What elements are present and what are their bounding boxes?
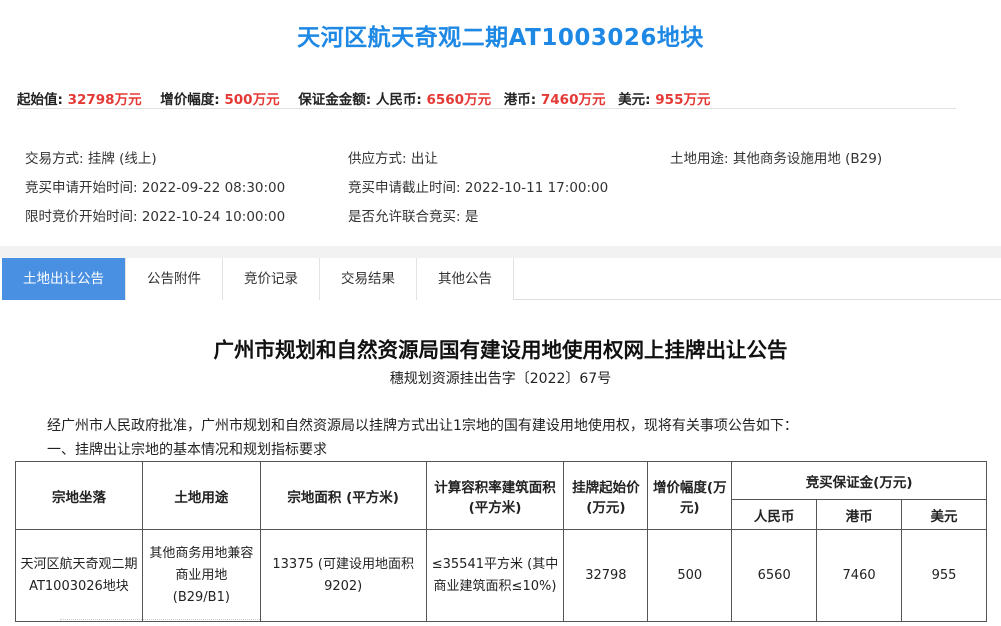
cell-use: 其他商务用地兼容商业用地(B29/B1) [141, 529, 261, 622]
tab-attachments[interactable]: 公告附件 [126, 258, 223, 300]
header-start-price: 挂牌起始价(万元) [563, 461, 649, 530]
section-heading: 一、挂牌出让宗地的基本情况和规划指标要求 [47, 442, 327, 458]
tab-other[interactable]: 其他公告 [417, 258, 514, 300]
cell-far-area: ≤35541平方米 (其中商业建筑面积≤10%) [425, 529, 565, 622]
intro-paragraph: 经广州市人民政府批准，广州市规划和自然资源局以挂牌方式出让1宗地的国有建设用地使… [47, 418, 798, 434]
header-far-area: 计算容积率建筑面积(平方米) [425, 461, 565, 530]
joint-bid: 是否允许联合竞买: 是 [348, 209, 479, 225]
land-table: 宗地坐落 土地用途 宗地面积 (平方米) 计算容积率建筑面积(平方米) 挂牌起始… [15, 461, 987, 622]
table-row: 天河区航天奇观二期AT1003026地块 其他商务用地兼容商业用地(B29/B1… [15, 529, 987, 622]
cell-usd: 955 [901, 529, 987, 622]
cell-area: 13375 (可建设用地面积9202) [259, 529, 427, 622]
header-hkd: 港币 [816, 499, 903, 530]
document-title: 广州市规划和自然资源局国有建设用地使用权网上挂牌出让公告 [213, 338, 788, 362]
price-summary: 起始值: 32798万元 增价幅度: 500万元 保证金金额: 人民币: 656… [17, 88, 724, 108]
header-use: 土地用途 [141, 461, 261, 530]
supply-mode: 供应方式: 出让 [348, 151, 438, 167]
tab-results[interactable]: 交易结果 [320, 258, 417, 300]
apply-end-time: 竞买申请截止时间: 2022-10-11 17:00:00 [348, 180, 609, 196]
increment: 增价幅度: 500万元 [160, 92, 280, 108]
document-number: 穗规划资源挂出告字〔2022〕67号 [389, 371, 612, 387]
bid-start-time: 限时竞价开始时间: 2022-10-24 10:00:00 [25, 209, 286, 225]
cell-location: 天河区航天奇观二期AT1003026地块 [15, 529, 143, 622]
start-price: 起始值: 32798万元 [17, 92, 142, 108]
header-increment: 增价幅度(万元) [647, 461, 733, 530]
deposit: 保证金金额: 人民币: 6560万元 港币: 7460万元 美元: 955万元 [298, 92, 711, 108]
header-deposit: 竞买保证金(万元) [731, 461, 987, 500]
tab-bid-records[interactable]: 竞价记录 [223, 258, 320, 300]
header-area: 宗地面积 (平方米) [259, 461, 427, 530]
cell-hkd: 7460 [816, 529, 903, 622]
cell-start-price: 32798 [563, 529, 649, 622]
divider [17, 108, 956, 109]
page-title: 天河区航天奇观二期AT1003026地块 [297, 25, 704, 51]
cell-rmb: 6560 [731, 529, 818, 622]
cell-increment: 500 [647, 529, 733, 622]
trade-mode: 交易方式: 挂牌 (线上) [25, 151, 157, 167]
header-rmb: 人民币 [731, 499, 818, 530]
tab-announcement[interactable]: 土地出让公告 [2, 258, 126, 300]
header-usd: 美元 [901, 499, 987, 530]
apply-start-time: 竞买申请开始时间: 2022-09-22 08:30:00 [25, 180, 286, 196]
cut-off-text [60, 619, 260, 626]
tab-bar: 土地出让公告 公告附件 竞价记录 交易结果 其他公告 [2, 258, 1001, 300]
header-location: 宗地坐落 [15, 461, 143, 530]
section-separator [0, 246, 1001, 258]
land-use: 土地用途: 其他商务设施用地 (B29) [670, 151, 883, 167]
